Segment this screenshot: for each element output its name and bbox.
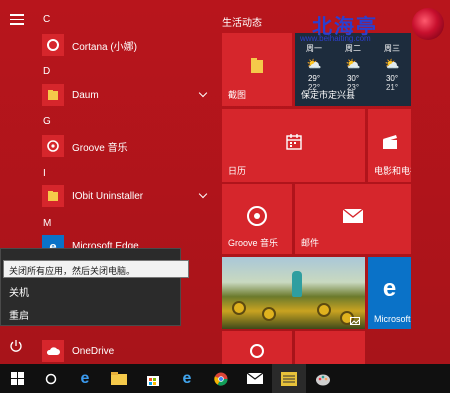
tile-mail[interactable]: 邮件 [295, 184, 411, 254]
watermark-logo: 北海亭 www.beihaiting.com [300, 6, 450, 46]
letter-header[interactable]: G [43, 116, 51, 127]
app-label: OneDrive [72, 345, 115, 357]
file-explorer-icon[interactable] [102, 364, 136, 393]
paint-icon[interactable] [306, 364, 340, 393]
calendar-icon [285, 133, 302, 150]
edge-icon: e [382, 275, 397, 303]
edge-icon[interactable]: e [68, 364, 102, 393]
weather-high: 29° [307, 74, 321, 83]
photos-icon [350, 317, 360, 325]
tile-calendar[interactable]: 日历 [222, 109, 365, 182]
folder-icon [251, 57, 263, 73]
hamburger-menu-icon[interactable] [10, 14, 24, 25]
partly-cloudy-icon: ⛅ [384, 57, 400, 71]
tile-group-header[interactable]: 生活动态 [222, 14, 262, 29]
tile-label: 日历 [228, 166, 247, 176]
mail-icon[interactable] [238, 364, 272, 393]
rose-logo-icon [412, 8, 444, 40]
tile-photos[interactable] [222, 257, 365, 329]
tile-label: 邮件 [301, 238, 320, 248]
app-label: Groove 音乐 [72, 142, 128, 154]
mail-icon [342, 207, 364, 223]
weather-forecast: 周一 ⛅ 29° 22° 周二 ⛅ 30° 23° 周三 ⛅ 30° 21° [299, 43, 407, 92]
sunflower-image [232, 301, 246, 315]
weather-low: 21° [385, 83, 399, 92]
tile-label: 截图 [228, 90, 247, 100]
film-icon [382, 134, 397, 149]
restart-menu-item[interactable]: 重启 [1, 303, 182, 325]
app-label: IObit Uninstaller [72, 190, 144, 202]
store-icon[interactable] [136, 364, 170, 393]
app-item-onedrive[interactable]: OneDrive [42, 339, 210, 363]
tile-movies-tv[interactable]: 电影和电视 [368, 109, 411, 182]
letter-header[interactable]: D [43, 66, 50, 77]
groove-icon [42, 135, 64, 157]
app-item-iobit[interactable]: IObit Uninstaller [42, 184, 210, 208]
watermark-url: www.beihaiting.com [300, 34, 371, 43]
sunflower-image [317, 303, 331, 317]
weather-day: 周三 ⛅ 30° 21° [377, 43, 407, 92]
weather-high: 30° [385, 74, 399, 83]
tile-label: Groove 音乐 [228, 238, 279, 248]
folder-icon [42, 84, 64, 106]
tile-label: 保定市定兴县 [301, 90, 356, 100]
tile-cortana[interactable] [222, 331, 292, 364]
partly-cloudy-icon: ⛅ [306, 57, 322, 71]
photo-subject [292, 271, 302, 297]
internet-explorer-icon[interactable]: e [170, 364, 204, 393]
taskbar: e e [0, 364, 450, 393]
letter-header[interactable]: I [43, 168, 46, 179]
app-item-daum[interactable]: Daum [42, 83, 210, 107]
tile-screenshots[interactable]: 截图 [222, 33, 292, 106]
chevron-down-icon[interactable] [198, 189, 208, 199]
tile-groove[interactable]: Groove 音乐 [222, 184, 292, 254]
start-menu: C Cortana (小娜) D Daum G Groove 音乐 I IObi… [0, 0, 450, 364]
cortana-icon [250, 343, 264, 358]
letter-header[interactable]: M [43, 218, 51, 229]
windows-start-icon[interactable] [0, 364, 34, 393]
chrome-icon[interactable] [204, 364, 238, 393]
shutdown-menu-item[interactable]: 关机 [1, 280, 182, 302]
power-menu: 关闭所有应用，然后关闭电脑。 关机 重启 [0, 248, 189, 326]
chevron-down-icon[interactable] [198, 88, 208, 98]
weather-day: 周一 ⛅ 29° 22° [299, 43, 329, 92]
onedrive-icon [42, 340, 64, 362]
tile-label: 电影和电视 [374, 166, 411, 176]
app-item-groove[interactable]: Groove 音乐 [42, 134, 210, 158]
app-item-cortana[interactable]: Cortana (小娜) [42, 33, 210, 57]
power-tooltip: 关闭所有应用，然后关闭电脑。 [3, 260, 189, 278]
sunflower-image [262, 307, 276, 321]
tile-blank[interactable] [295, 331, 365, 364]
weather-day: 周二 ⛅ 30° 23° [338, 43, 368, 92]
app-label: Cortana (小娜) [72, 41, 138, 53]
partly-cloudy-icon: ⛅ [345, 57, 361, 71]
weather-high: 30° [346, 74, 360, 83]
tile-edge[interactable]: e Microsoft Edge [368, 257, 411, 329]
letter-header[interactable]: C [43, 14, 50, 25]
folder-icon [42, 185, 64, 207]
groove-icon [247, 205, 267, 226]
tile-label: Microsoft Edge [374, 314, 411, 324]
cortana-search-icon[interactable] [34, 364, 68, 393]
notepad-icon[interactable] [272, 364, 306, 393]
power-icon[interactable] [9, 339, 23, 353]
app-label: Daum [72, 89, 99, 101]
cortana-icon [42, 34, 64, 56]
